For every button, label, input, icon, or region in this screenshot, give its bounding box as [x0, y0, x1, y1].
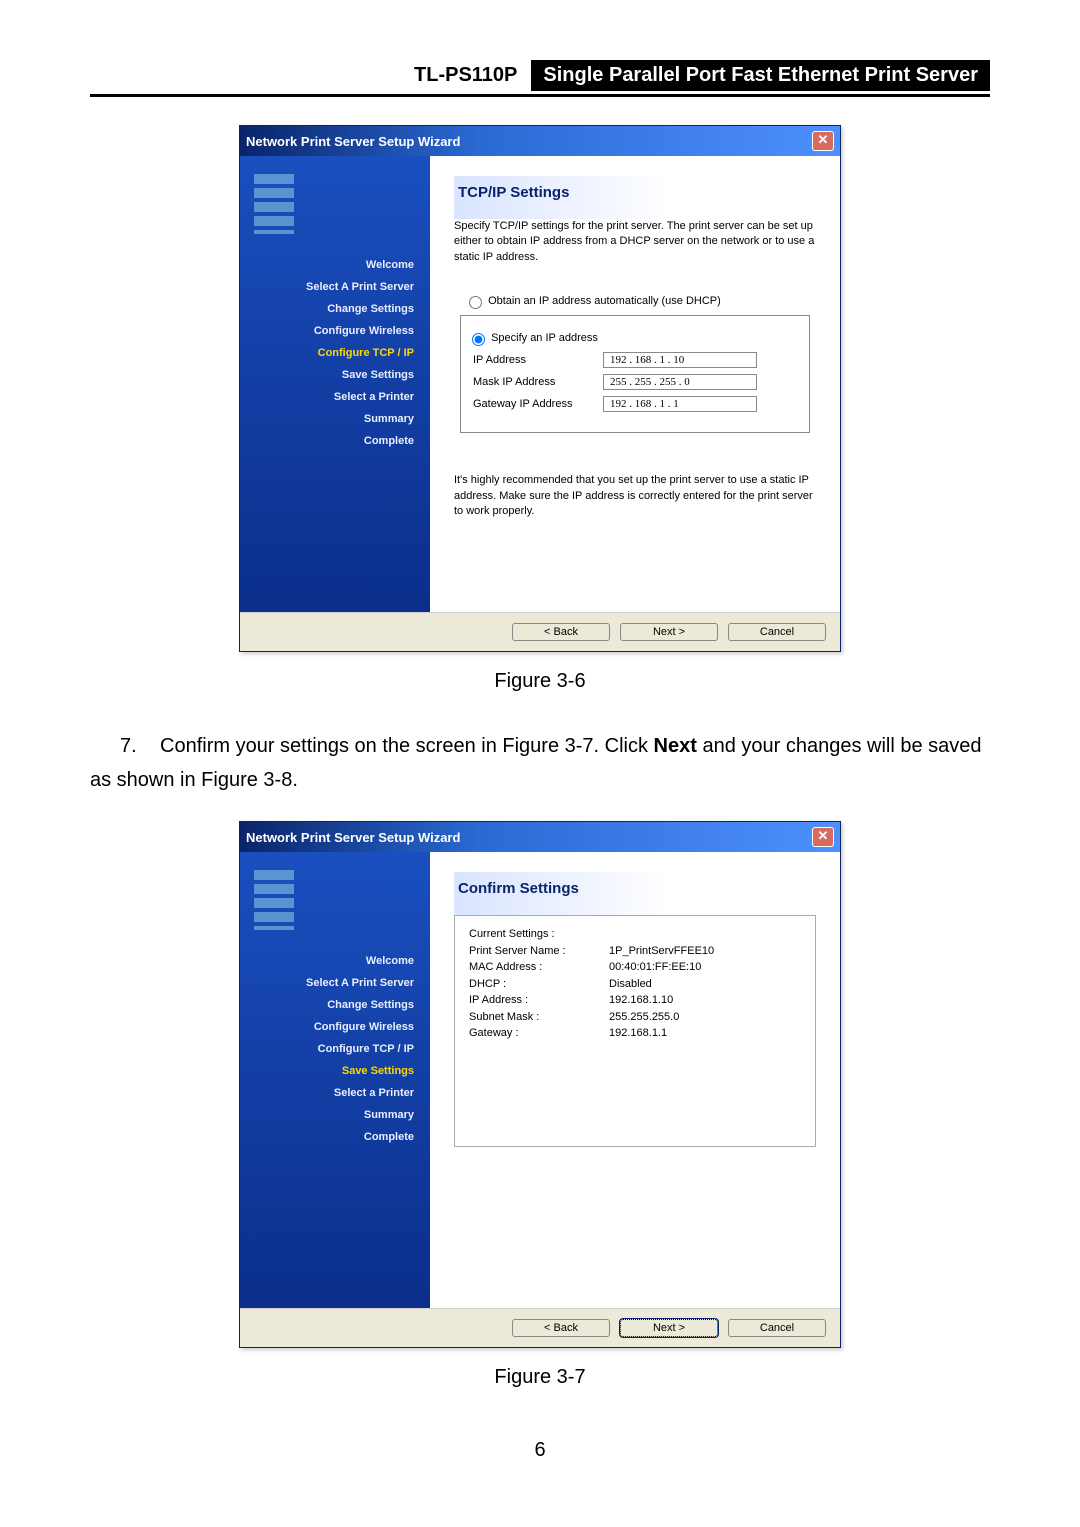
- radio-dhcp[interactable]: [469, 296, 482, 309]
- settings-value: 255.255.255.0: [609, 1009, 679, 1026]
- settings-row: MAC Address :00:40:01:FF:EE:10: [469, 959, 801, 976]
- radio-static[interactable]: [472, 333, 485, 346]
- settings-key: MAC Address :: [469, 959, 609, 976]
- brand-icon: [254, 870, 294, 930]
- sidebar-step[interactable]: Configure TCP / IP: [240, 1038, 420, 1060]
- close-icon[interactable]: ✕: [812, 827, 834, 847]
- sidebar-step[interactable]: Welcome: [240, 254, 420, 276]
- settings-row: Gateway :192.168.1.1: [469, 1025, 801, 1042]
- sidebar-step[interactable]: Save Settings: [240, 1060, 420, 1082]
- settings-key: Gateway :: [469, 1025, 609, 1042]
- settings-key: DHCP :: [469, 976, 609, 993]
- cancel-button[interactable]: Cancel: [728, 1319, 826, 1337]
- current-settings-label: Current Settings :: [469, 926, 801, 943]
- settings-row: Subnet Mask :255.255.255.0: [469, 1009, 801, 1026]
- radio-static-label: Specify an IP address: [491, 332, 598, 344]
- figure-caption-1: Figure 3-6: [90, 670, 990, 693]
- ip-address-label: IP Address: [473, 354, 603, 366]
- settings-value: 192.168.1.10: [609, 992, 673, 1009]
- back-button[interactable]: < Back: [512, 623, 610, 641]
- sidebar-step[interactable]: Complete: [240, 430, 420, 452]
- product-title: Single Parallel Port Fast Ethernet Print…: [531, 60, 990, 91]
- settings-summary-box: Current Settings : Print Server Name :1P…: [454, 915, 816, 1147]
- sidebar-step[interactable]: Configure Wireless: [240, 1016, 420, 1038]
- settings-value: 00:40:01:FF:EE:10: [609, 959, 701, 976]
- settings-key: Print Server Name :: [469, 943, 609, 960]
- sidebar-step[interactable]: Summary: [240, 408, 420, 430]
- wizard-dialog-tcpip: Network Print Server Setup Wizard ✕ Welc…: [239, 125, 841, 652]
- settings-value: Disabled: [609, 976, 652, 993]
- window-title: Network Print Server Setup Wizard: [246, 830, 460, 845]
- sidebar-step[interactable]: Configure Wireless: [240, 320, 420, 342]
- radio-dhcp-label: Obtain an IP address automatically (use …: [488, 295, 721, 307]
- sidebar-step[interactable]: Summary: [240, 1104, 420, 1126]
- doc-header: TL-PS110P Single Parallel Port Fast Ethe…: [90, 60, 990, 97]
- sidebar-step[interactable]: Select A Print Server: [240, 276, 420, 298]
- subnet-mask-input[interactable]: 255 . 255 . 255 . 0: [603, 374, 757, 390]
- sidebar-step[interactable]: Change Settings: [240, 298, 420, 320]
- subnet-mask-label: Mask IP Address: [473, 376, 603, 388]
- window-title: Network Print Server Setup Wizard: [246, 134, 460, 149]
- brand-icon: [254, 174, 294, 234]
- back-button[interactable]: < Back: [512, 1319, 610, 1337]
- panel-heading: TCP/IP Settings: [454, 176, 816, 219]
- wizard-dialog-confirm: Network Print Server Setup Wizard ✕ Welc…: [239, 821, 841, 1348]
- sidebar-step[interactable]: Save Settings: [240, 364, 420, 386]
- wizard-sidebar: WelcomeSelect A Print ServerChange Setti…: [240, 156, 430, 612]
- wizard-sidebar: WelcomeSelect A Print ServerChange Setti…: [240, 852, 430, 1308]
- sidebar-step[interactable]: Select A Print Server: [240, 972, 420, 994]
- page-number: 6: [90, 1439, 990, 1462]
- settings-value: 1P_PrintServFFEE10: [609, 943, 714, 960]
- panel-heading: Confirm Settings: [454, 872, 816, 915]
- recommendation-note: It's highly recommended that you set up …: [454, 473, 816, 519]
- gateway-label: Gateway IP Address: [473, 398, 603, 410]
- figure-caption-2: Figure 3-7: [90, 1366, 990, 1389]
- model-code: TL-PS110P: [411, 61, 531, 90]
- next-button[interactable]: Next >: [620, 1319, 718, 1337]
- settings-key: IP Address :: [469, 992, 609, 1009]
- sidebar-step[interactable]: Change Settings: [240, 994, 420, 1016]
- instruction-step-7: 7.Confirm your settings on the screen in…: [90, 729, 990, 797]
- settings-value: 192.168.1.1: [609, 1025, 667, 1042]
- sidebar-step[interactable]: Select a Printer: [240, 386, 420, 408]
- ip-address-input[interactable]: 192 . 168 . 1 . 10: [603, 352, 757, 368]
- sidebar-step[interactable]: Welcome: [240, 950, 420, 972]
- next-button[interactable]: Next >: [620, 623, 718, 641]
- settings-key: Subnet Mask :: [469, 1009, 609, 1026]
- settings-row: Print Server Name :1P_PrintServFFEE10: [469, 943, 801, 960]
- settings-row: DHCP :Disabled: [469, 976, 801, 993]
- cancel-button[interactable]: Cancel: [728, 623, 826, 641]
- close-icon[interactable]: ✕: [812, 131, 834, 151]
- sidebar-step[interactable]: Select a Printer: [240, 1082, 420, 1104]
- gateway-input[interactable]: 192 . 168 . 1 . 1: [603, 396, 757, 412]
- panel-description: Specify TCP/IP settings for the print se…: [454, 219, 816, 265]
- sidebar-step[interactable]: Complete: [240, 1126, 420, 1148]
- sidebar-step[interactable]: Configure TCP / IP: [240, 342, 420, 364]
- settings-row: IP Address :192.168.1.10: [469, 992, 801, 1009]
